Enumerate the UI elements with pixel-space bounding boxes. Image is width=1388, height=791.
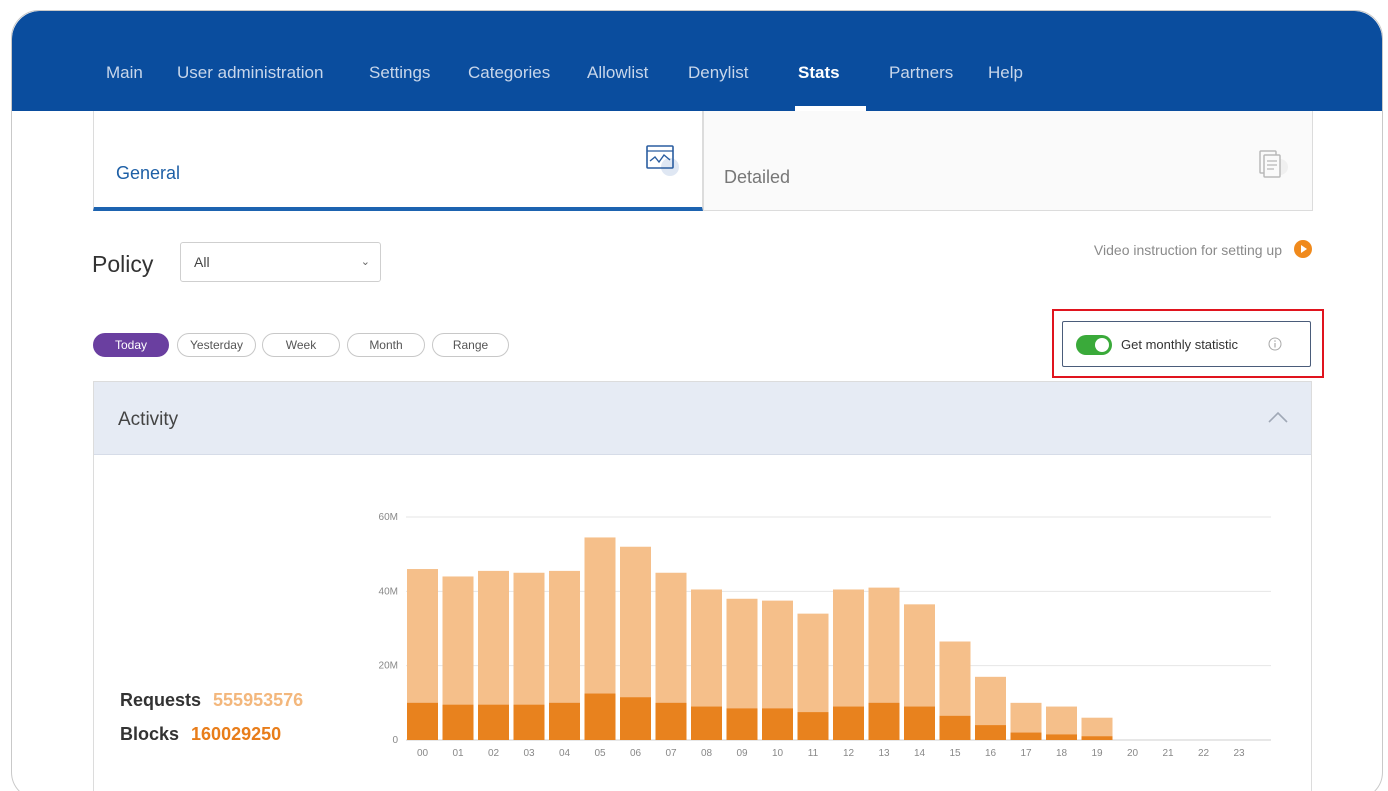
blocks-bar-17[interactable] xyxy=(1010,732,1042,740)
play-icon[interactable] xyxy=(1293,239,1313,264)
x-tick-label: 03 xyxy=(523,748,535,759)
x-tick-label: 00 xyxy=(417,748,429,759)
blocks-bar-15[interactable] xyxy=(939,715,971,740)
blocks-bar-03[interactable] xyxy=(513,704,545,740)
tab-detailed[interactable]: Detailed xyxy=(703,111,1313,211)
top-navigation: Main User administration Settings Categorie… xyxy=(12,11,1382,111)
chevron-down-icon: ⌄ xyxy=(360,256,370,268)
tab-detailed-label: Detailed xyxy=(724,167,791,187)
period-pill-range[interactable]: Range xyxy=(432,333,509,357)
x-tick-label: 21 xyxy=(1162,748,1174,759)
nav-item-partners[interactable]: Partners xyxy=(889,63,953,83)
x-tick-label: 18 xyxy=(1056,748,1068,759)
requests-value: 555953576 xyxy=(213,690,304,710)
policy-label: Policy xyxy=(92,251,154,277)
x-tick-label: 08 xyxy=(701,748,713,759)
x-tick-label: 20 xyxy=(1127,748,1139,759)
blocks-bar-09[interactable] xyxy=(726,708,758,740)
monthly-statistic-toggle[interactable] xyxy=(1076,335,1112,355)
x-tick-label: 05 xyxy=(594,748,606,759)
blocks-bar-00[interactable] xyxy=(407,702,438,740)
activity-title: Activity xyxy=(118,409,179,430)
blocks-bar-18[interactable] xyxy=(1046,734,1077,740)
x-tick-label: 22 xyxy=(1198,748,1210,759)
nav-item-user-administration[interactable]: User administration xyxy=(177,63,323,83)
y-tick-label: 0 xyxy=(392,735,398,746)
x-tick-label: 15 xyxy=(949,748,961,759)
nav-item-allowlist[interactable]: Allowlist xyxy=(587,63,648,83)
info-icon[interactable] xyxy=(1268,337,1282,356)
x-tick-label: 06 xyxy=(630,748,642,759)
y-tick-label: 40M xyxy=(379,586,398,597)
x-tick-label: 16 xyxy=(985,748,997,759)
nav-item-main[interactable]: Main xyxy=(106,63,143,83)
blocks-total-row: Blocks 160029250 xyxy=(120,724,303,758)
policy-select[interactable]: All ⌄ xyxy=(180,242,381,282)
y-tick-label: 60M xyxy=(379,512,398,523)
blocks-bar-10[interactable] xyxy=(762,708,793,740)
blocks-bar-01[interactable] xyxy=(442,704,474,740)
x-tick-label: 02 xyxy=(488,748,500,759)
blocks-bar-06[interactable] xyxy=(620,697,651,740)
nav-item-help[interactable]: Help xyxy=(988,63,1023,83)
x-tick-label: 12 xyxy=(843,748,855,759)
blocks-bar-12[interactable] xyxy=(833,706,864,740)
x-tick-label: 01 xyxy=(452,748,464,759)
blocks-bar-08[interactable] xyxy=(691,706,722,740)
x-tick-label: 13 xyxy=(878,748,890,759)
x-tick-label: 09 xyxy=(736,748,748,759)
monthly-statistic-label: Get monthly statistic xyxy=(1121,337,1239,352)
period-pill-month[interactable]: Month xyxy=(347,333,425,357)
line-chart-icon xyxy=(644,143,682,182)
blocks-bar-07[interactable] xyxy=(655,702,687,740)
monthly-statistic-box: Get monthly statistic xyxy=(1062,321,1311,367)
y-tick-label: 20M xyxy=(379,661,398,672)
x-tick-label: 11 xyxy=(808,748,819,759)
x-tick-label: 17 xyxy=(1020,748,1032,759)
blocks-bar-19[interactable] xyxy=(1081,736,1113,740)
chevron-up-icon[interactable] xyxy=(1267,410,1289,429)
video-instruction-link[interactable]: Video instruction for setting up xyxy=(1094,242,1282,258)
activity-totals: Requests 555953576 Blocks 160029250 xyxy=(120,690,303,758)
activity-panel: Activity 0 20M 40M 60M 00 01 02 03 04 05 06 07 08 09 1… xyxy=(93,381,1312,791)
blocks-bar-13[interactable] xyxy=(868,702,900,740)
requests-label: Requests xyxy=(120,690,202,710)
requests-total-row: Requests 555953576 xyxy=(120,690,303,724)
x-tick-label: 23 xyxy=(1233,748,1245,759)
x-tick-label: 14 xyxy=(914,748,926,759)
period-pill-week[interactable]: Week xyxy=(262,333,340,357)
x-tick-label: 10 xyxy=(772,748,784,759)
blocks-bar-16[interactable] xyxy=(975,725,1006,740)
tab-general[interactable]: General xyxy=(93,111,703,211)
blocks-label: Blocks xyxy=(120,724,180,744)
blocks-bar-11[interactable] xyxy=(797,712,829,740)
nav-item-stats[interactable]: Stats xyxy=(798,63,840,83)
tab-general-label: General xyxy=(116,163,181,183)
x-tick-label: 04 xyxy=(559,748,571,759)
blocks-value: 160029250 xyxy=(191,724,282,744)
period-pill-today[interactable]: Today xyxy=(93,333,169,357)
period-pill-yesterday[interactable]: Yesterday xyxy=(177,333,256,357)
app-frame: Main User administration Settings Categorie… xyxy=(11,10,1383,791)
nav-item-denylist[interactable]: Denylist xyxy=(688,63,748,83)
report-icon xyxy=(1256,147,1290,186)
toggle-knob xyxy=(1095,338,1109,352)
blocks-bar-05[interactable] xyxy=(584,693,616,740)
nav-item-categories[interactable]: Categories xyxy=(468,63,550,83)
x-tick-label: 07 xyxy=(665,748,677,759)
nav-item-settings[interactable]: Settings xyxy=(369,63,430,83)
activity-header[interactable]: Activity xyxy=(94,382,1311,455)
blocks-bar-04[interactable] xyxy=(549,702,580,740)
x-tick-label: 19 xyxy=(1091,748,1103,759)
policy-selected-value: All xyxy=(194,254,210,270)
blocks-bar-14[interactable] xyxy=(904,706,935,740)
blocks-bar-02[interactable] xyxy=(478,704,509,740)
